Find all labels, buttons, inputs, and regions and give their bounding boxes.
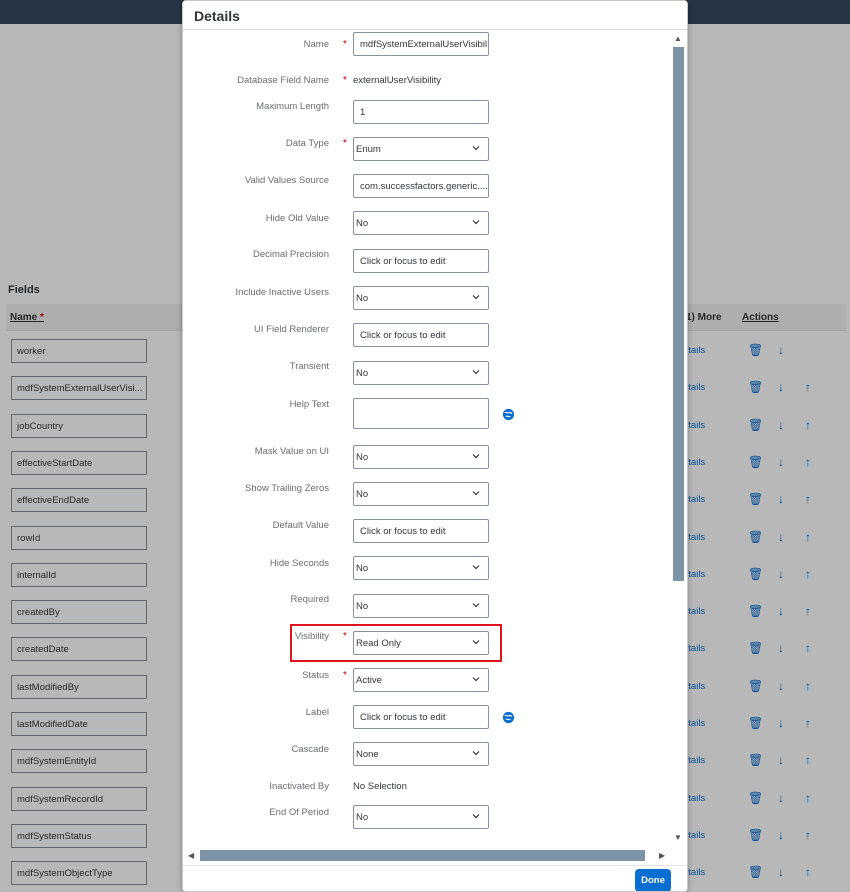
horizontal-scrollbar[interactable]: ◀ ▶ xyxy=(183,849,673,863)
db-field-name-value: externalUserVisibility xyxy=(353,75,441,86)
transient-select[interactable]: No xyxy=(353,361,489,385)
hide-old-value-label: Hide Old Value xyxy=(265,213,329,224)
decimal-precision-label: Decimal Precision xyxy=(252,249,329,260)
default-value-input[interactable]: Click or focus to edit xyxy=(353,519,489,543)
inactivated-by-label: Inactivated By xyxy=(269,781,329,792)
valid-values-source-input[interactable]: com.successfactors.generic.... xyxy=(353,174,489,198)
scroll-right-arrow-icon[interactable]: ▶ xyxy=(659,851,665,860)
scroll-down-arrow-icon[interactable]: ▼ xyxy=(674,833,682,842)
help-text-input[interactable] xyxy=(353,398,489,429)
label-field-label: Label xyxy=(305,707,329,718)
end-of-period-select[interactable]: No xyxy=(353,805,489,829)
chevron-down-icon xyxy=(472,751,480,756)
required-asterisk: * xyxy=(343,138,347,149)
data-type-label: Data Type xyxy=(285,138,329,149)
cascade-label: Cascade xyxy=(291,744,330,755)
status-value: Active xyxy=(356,675,382,686)
show-trailing-zeros-label: Show Trailing Zeros xyxy=(245,483,329,494)
hide-seconds-value: No xyxy=(356,563,369,574)
hide-seconds-label: Hide Seconds xyxy=(269,558,329,569)
hide-old-value-select[interactable]: No xyxy=(353,211,489,235)
chevron-down-icon xyxy=(472,491,480,496)
ui-field-renderer-input[interactable]: Click or focus to edit xyxy=(353,323,489,347)
required-value: No xyxy=(356,601,369,612)
hide-seconds-select[interactable]: No xyxy=(353,556,489,580)
show-trailing-zeros-value: No xyxy=(356,489,369,500)
required-asterisk: * xyxy=(343,670,347,681)
mask-value-value: No xyxy=(356,452,369,463)
vertical-scrollbar[interactable]: ▲ ▼ xyxy=(671,31,685,849)
required-asterisk: * xyxy=(343,75,347,86)
chevron-down-icon xyxy=(472,814,480,819)
hide-old-value-value: No xyxy=(356,218,369,229)
mask-value-label: Mask Value on UI xyxy=(254,446,329,457)
transient-value: No xyxy=(356,368,369,379)
max-length-input[interactable]: 1 xyxy=(353,100,489,124)
data-type-value: Enum xyxy=(356,144,381,155)
include-inactive-users-value: No xyxy=(356,293,369,304)
dialog-body: Name * mdfSystemExternalUserVisibil Data… xyxy=(183,30,687,848)
label-input[interactable]: Click or focus to edit xyxy=(353,705,489,729)
dialog-title: Details xyxy=(194,8,240,24)
include-inactive-users-select[interactable]: No xyxy=(353,286,489,310)
inactivated-by-value: No Selection xyxy=(353,781,407,792)
default-value-label: Default Value xyxy=(272,520,329,531)
required-label: Required xyxy=(290,594,329,605)
done-button[interactable]: Done xyxy=(635,869,671,891)
status-select[interactable]: Active xyxy=(353,668,489,692)
name-label: Name xyxy=(303,39,329,50)
name-input[interactable]: mdfSystemExternalUserVisibil xyxy=(353,32,489,56)
chevron-down-icon xyxy=(472,603,480,608)
decimal-precision-input[interactable]: Click or focus to edit xyxy=(353,249,489,273)
valid-values-source-label: Valid Values Source xyxy=(244,175,329,186)
help-text-label: Help Text xyxy=(289,399,329,410)
required-select[interactable]: No xyxy=(353,594,489,618)
dialog-header: Details xyxy=(183,1,687,30)
chevron-down-icon xyxy=(472,295,480,300)
db-field-name-label: Database Field Name xyxy=(237,75,329,86)
vertical-scroll-thumb[interactable] xyxy=(673,47,684,581)
end-of-period-value: No xyxy=(356,812,369,823)
chevron-down-icon xyxy=(472,220,480,225)
required-asterisk: * xyxy=(343,39,347,50)
mask-value-select[interactable]: No xyxy=(353,445,489,469)
horizontal-scroll-thumb[interactable] xyxy=(200,850,645,861)
transient-label: Transient xyxy=(289,361,329,372)
visibility-highlight-box xyxy=(290,624,502,662)
max-length-label: Maximum Length xyxy=(256,101,329,112)
details-dialog: Details Name * mdfSystemExternalUserVisi… xyxy=(182,0,688,892)
chevron-down-icon xyxy=(472,146,480,151)
scroll-up-arrow-icon[interactable]: ▲ xyxy=(674,34,682,43)
end-of-period-label: End Of Period xyxy=(269,807,329,818)
cascade-select[interactable]: None xyxy=(353,742,489,766)
include-inactive-users-label: Include Inactive Users xyxy=(235,287,329,298)
ui-field-renderer-label: UI Field Renderer xyxy=(254,324,329,335)
globe-icon[interactable] xyxy=(502,711,515,724)
show-trailing-zeros-select[interactable]: No xyxy=(353,482,489,506)
status-label: Status xyxy=(302,670,329,681)
cascade-value: None xyxy=(356,749,379,760)
chevron-down-icon xyxy=(472,677,480,682)
data-type-select[interactable]: Enum xyxy=(353,137,489,161)
scroll-left-arrow-icon[interactable]: ◀ xyxy=(188,851,194,860)
dialog-footer: Done xyxy=(183,865,687,891)
chevron-down-icon xyxy=(472,370,480,375)
chevron-down-icon xyxy=(472,565,480,570)
globe-icon[interactable] xyxy=(502,408,515,421)
chevron-down-icon xyxy=(472,454,480,459)
